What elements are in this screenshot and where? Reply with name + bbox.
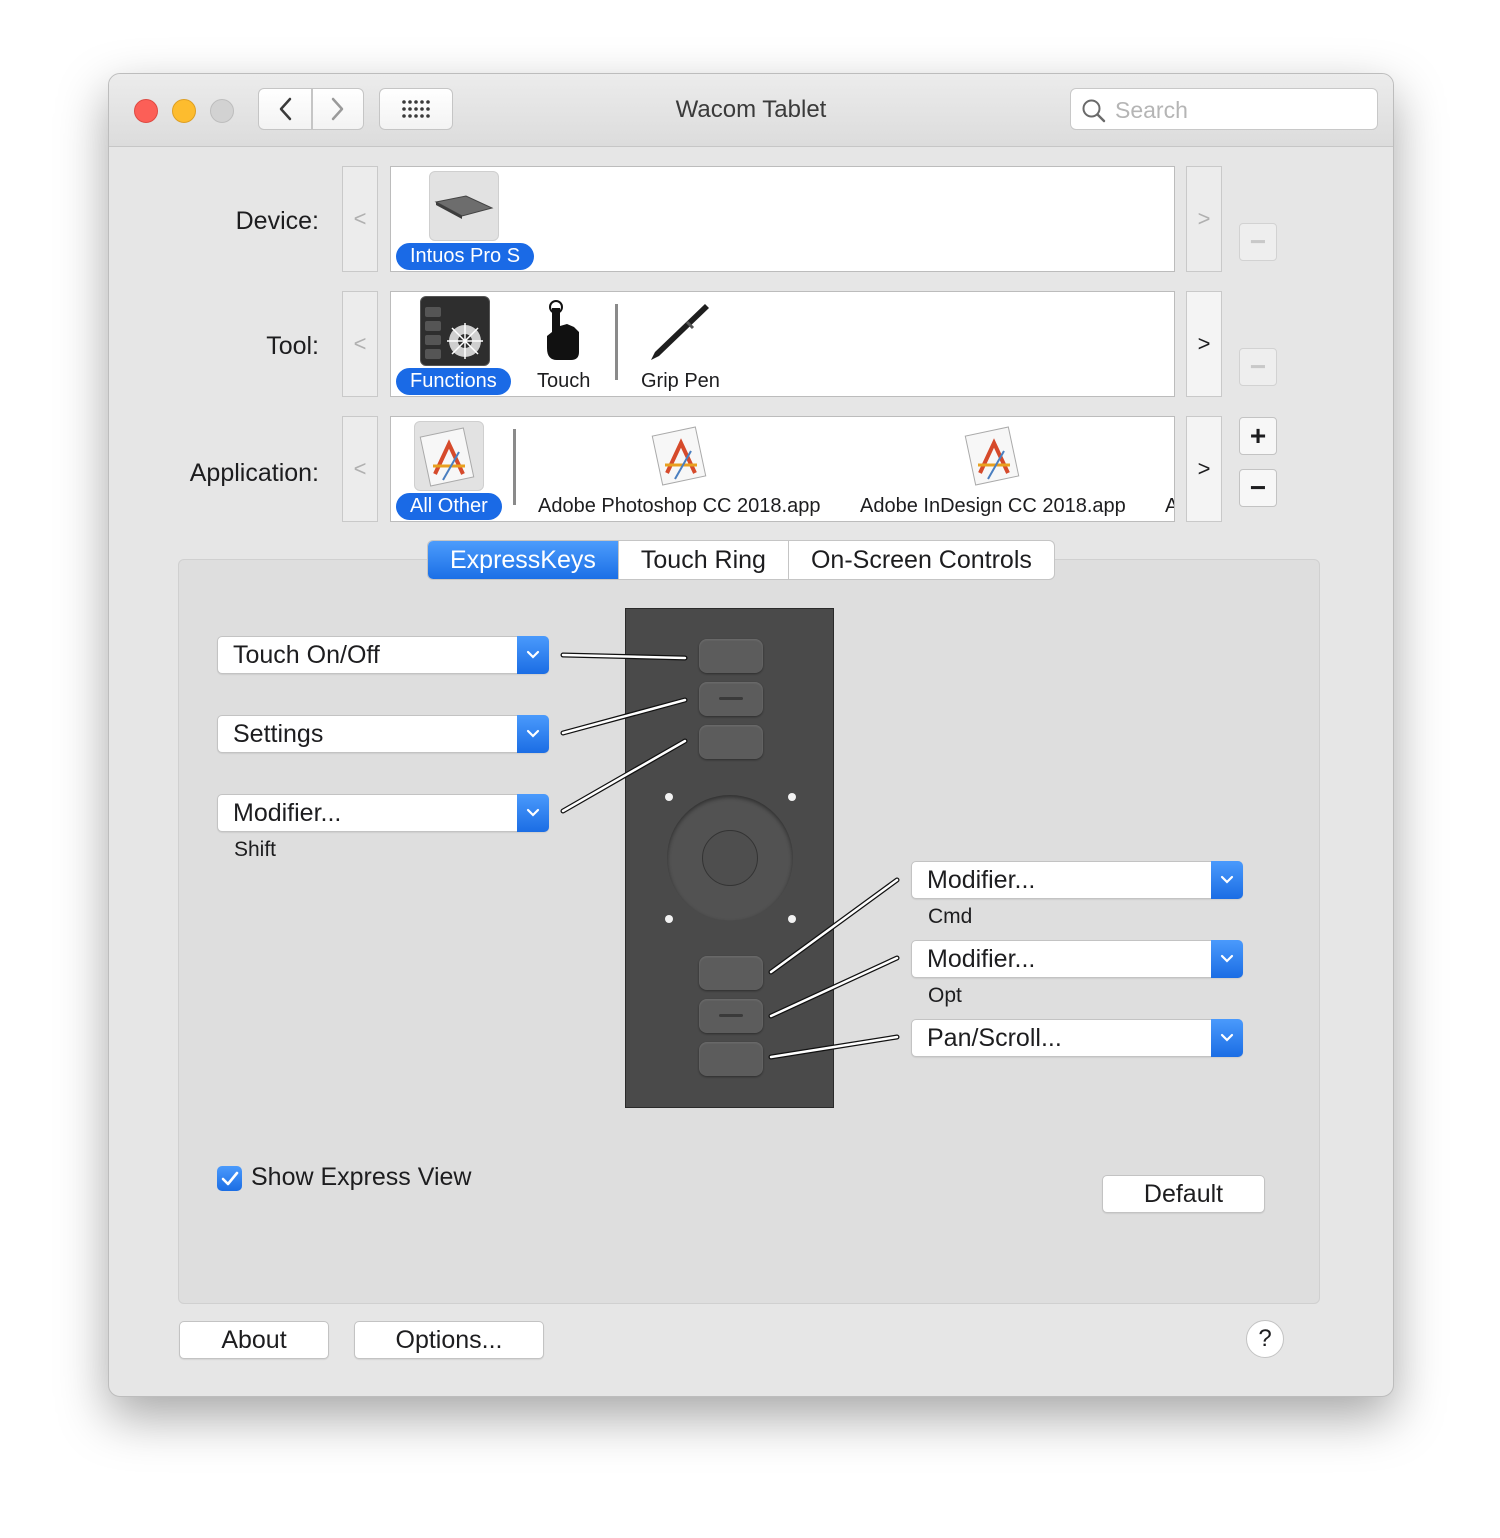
about-button[interactable]: About bbox=[179, 1321, 329, 1359]
show-express-view-checkbox[interactable] bbox=[217, 1166, 242, 1191]
options-button[interactable]: Options... bbox=[354, 1321, 544, 1359]
default-button[interactable]: Default bbox=[1102, 1175, 1265, 1213]
help-button[interactable]: ? bbox=[1246, 1320, 1284, 1358]
checkmark-icon bbox=[221, 1171, 238, 1185]
show-express-view-label: Show Express View bbox=[251, 1163, 472, 1191]
preferences-window: Wacom Tablet Search Device: < Intuos Pro… bbox=[108, 73, 1394, 1397]
